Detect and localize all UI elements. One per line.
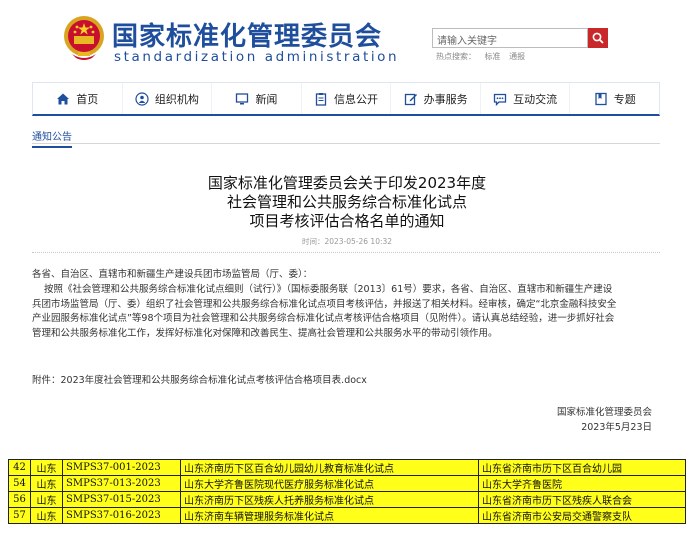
- hot-word-link[interactable]: 通报: [509, 52, 525, 61]
- main-nav: 首页 组织机构 新闻 信息公开 办事服务 互动交流 专题: [32, 82, 660, 116]
- nav-item-topics[interactable]: 专题: [570, 83, 659, 114]
- hot-word-link[interactable]: 标准: [485, 52, 501, 61]
- nav-item-label: 信息公开: [334, 92, 379, 106]
- nav-item-info-disclosure[interactable]: 信息公开: [302, 83, 392, 114]
- cell-code: SMPS37-016-2023: [62, 507, 181, 524]
- article-date: 时间：2023-05-26 10:32: [301, 237, 393, 246]
- table-row: 57 山东 SMPS37-016-2023 山东济南车辆管理服务标准化试点 山东…: [8, 507, 686, 524]
- cell-province: 山东: [30, 507, 63, 524]
- cell-code: SMPS37-001-2023: [62, 459, 181, 476]
- nav-item-label: 互动交流: [513, 92, 558, 106]
- edit-icon: [404, 92, 418, 106]
- table-row: 56 山东 SMPS37-015-2023 山东济南历下区残疾人托养服务标准化试…: [8, 491, 686, 508]
- nav-item-home[interactable]: 首页: [33, 83, 123, 114]
- breadcrumb-bar: 通知公告: [32, 126, 660, 148]
- site-subtitle: standardization administration: [114, 49, 400, 65]
- cell-number: 56: [8, 491, 31, 508]
- article-signature: 国家标准化管理委员会: [556, 407, 652, 418]
- article-title-line3: 项目考核评估合格名单的通知: [249, 212, 445, 230]
- search-icon: [592, 32, 604, 44]
- hot-words: 热点搜索： 标准 通报: [436, 51, 531, 62]
- cell-organization: 山东省济南市历下区百合幼儿园: [478, 459, 686, 476]
- nav-item-news[interactable]: 新闻: [212, 83, 302, 114]
- table-row: 54 山东 SMPS37-013-2023 山东大学齐鲁医院现代医疗服务标准化试…: [8, 475, 686, 492]
- nav-item-label: 专题: [613, 92, 636, 106]
- hot-words-label: 热点搜索：: [436, 52, 476, 61]
- cell-organization: 山东大学齐鲁医院: [478, 475, 686, 492]
- nav-item-interaction[interactable]: 互动交流: [481, 83, 571, 114]
- table-row: 42 山东 SMPS37-001-2023 山东济南历下区百合幼儿园幼儿教育标准…: [8, 459, 686, 476]
- people-icon: [135, 91, 149, 106]
- search-button[interactable]: [588, 28, 608, 48]
- site-header: 国家标准化管理委员会 standardization administratio…: [0, 0, 694, 78]
- article-title-line2: 社会管理和公共服务综合标准化试点: [226, 193, 467, 211]
- cell-province: 山东: [30, 475, 63, 492]
- bookmark-icon: [594, 92, 608, 106]
- cell-number: 42: [8, 459, 31, 476]
- cell-number: 57: [8, 507, 31, 524]
- article-title-line1: 国家标准化管理委员会关于印发2023年度: [207, 174, 487, 192]
- nav-item-organization[interactable]: 组织机构: [123, 83, 213, 114]
- article-body-line: 产业园服务标准化试点”等98个项目为社会管理和公共服务综合标准化试点考核评估合格…: [32, 313, 615, 324]
- nav-item-label: 新闻: [255, 92, 278, 106]
- cell-code: SMPS37-013-2023: [62, 475, 181, 492]
- pilot-project-table: 42 山东 SMPS37-001-2023 山东济南历下区百合幼儿园幼儿教育标准…: [8, 459, 686, 524]
- article-body-line: 兵团市场监管局（厅、委）组织了社会管理和公共服务综合标准化试点项目考核评估，并报…: [32, 298, 617, 310]
- article-body-line: 按照《社会管理和公共服务综合标准化试点细则（试行）》（国标委服务联〔2013〕6…: [44, 284, 613, 295]
- attachment-link[interactable]: 附件：2023年度社会管理和公共服务综合标准化试点考核评估合格项目表.docx: [32, 374, 660, 389]
- nav-item-label: 组织机构: [154, 92, 199, 106]
- article-sign-date: 2023年5月23日: [581, 422, 652, 433]
- national-emblem-icon[interactable]: [62, 14, 106, 62]
- cell-project-name: 山东济南历下区残疾人托养服务标准化试点: [180, 491, 479, 508]
- cell-organization: 山东省济南市历下区残疾人联合会: [478, 491, 686, 508]
- clipboard-icon: [314, 92, 328, 106]
- chat-icon: [493, 92, 507, 106]
- article-body-line: 管理和公共服务标准化工作，发挥好标准化对保障和改善民生、提高社会管理和公共服务水…: [32, 327, 498, 339]
- nav-item-services[interactable]: 办事服务: [391, 83, 481, 114]
- nav-item-label: 办事服务: [423, 92, 468, 106]
- search-input[interactable]: 请输入关键字: [432, 28, 588, 48]
- cell-province: 山东: [30, 459, 63, 476]
- cell-project-name: 山东济南历下区百合幼儿园幼儿教育标准化试点: [180, 459, 479, 476]
- title-divider: [32, 252, 660, 253]
- cell-code: SMPS37-015-2023: [62, 491, 181, 508]
- breadcrumb[interactable]: 通知公告: [32, 128, 72, 148]
- monitor-icon: [235, 92, 249, 106]
- cell-province: 山东: [30, 491, 63, 508]
- nav-item-label: 首页: [76, 92, 99, 106]
- cell-organization: 山东省济南市公安局交通警察支队: [478, 507, 686, 524]
- cell-project-name: 山东大学齐鲁医院现代医疗服务标准化试点: [180, 475, 479, 492]
- article-salutation: 各省、自治区、直辖市和新疆生产建设兵团市场监管局（厅、委）：: [32, 269, 313, 280]
- site-title[interactable]: 国家标准化管理委员会: [112, 16, 382, 53]
- home-icon: [56, 92, 70, 106]
- cell-number: 54: [8, 475, 31, 492]
- cell-project-name: 山东济南车辆管理服务标准化试点: [180, 507, 479, 524]
